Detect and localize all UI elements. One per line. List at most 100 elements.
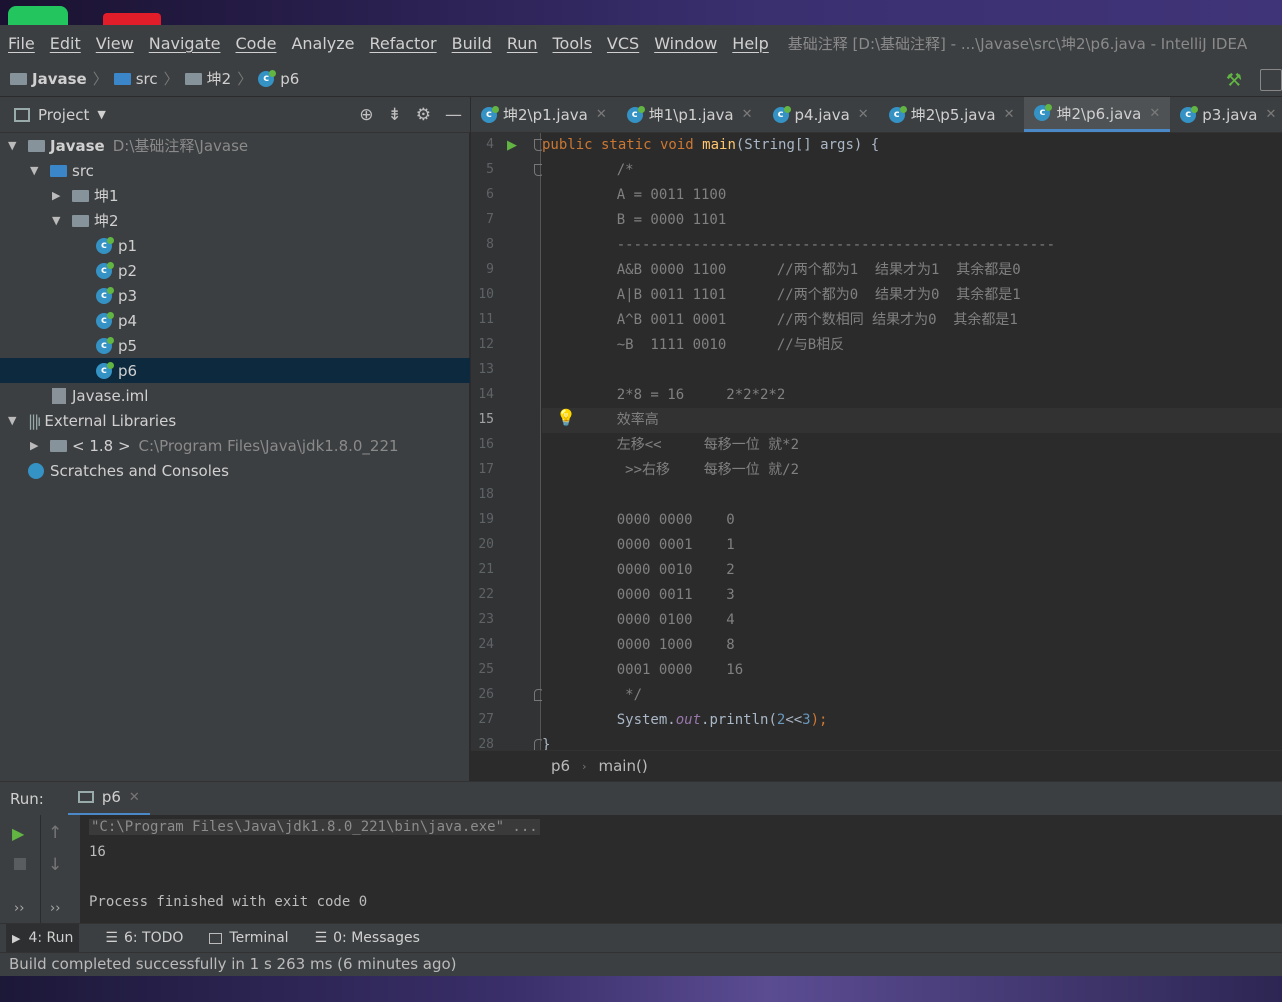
arrow-down-icon[interactable]: ↓ bbox=[48, 855, 62, 875]
tree-file-p4[interactable]: c p4 bbox=[0, 308, 470, 333]
tool-window-bar: ▶ 4: Run ☰ 6: TODO Terminal ☰ 0: Messages bbox=[0, 923, 1282, 953]
expanded-arrow-icon[interactable]: ▼ bbox=[30, 164, 44, 177]
lightbulb-icon[interactable]: 💡 bbox=[556, 408, 576, 427]
close-icon[interactable]: ✕ bbox=[742, 107, 753, 122]
tab-label: p4.java bbox=[794, 105, 850, 124]
toolbar-divider bbox=[40, 815, 41, 923]
close-icon[interactable]: ✕ bbox=[596, 107, 607, 122]
tree-iml[interactable]: Javase.iml bbox=[0, 383, 470, 408]
tree-file-p5[interactable]: c p5 bbox=[0, 333, 470, 358]
tool-tab-messages[interactable]: ☰ 0: Messages bbox=[315, 930, 420, 946]
project-panel-title[interactable]: Project bbox=[38, 106, 89, 124]
line-number: 11 bbox=[478, 312, 494, 327]
tree-file-p3[interactable]: c p3 bbox=[0, 283, 470, 308]
breadcrumb-method[interactable]: main() bbox=[598, 757, 647, 775]
menu-help[interactable]: Help bbox=[732, 34, 768, 53]
tool-tab-todo[interactable]: ☰ 6: TODO bbox=[105, 930, 183, 946]
close-icon[interactable]: ✕ bbox=[1149, 106, 1160, 121]
close-icon[interactable]: ✕ bbox=[129, 790, 140, 805]
tree-file-p6[interactable]: c p6 bbox=[0, 358, 470, 383]
run-gutter-icon[interactable]: ▶ bbox=[507, 138, 517, 153]
close-icon[interactable]: ✕ bbox=[858, 107, 869, 122]
tab-label: 坤2\p5.java bbox=[910, 106, 996, 124]
menu-refactor[interactable]: Refactor bbox=[370, 34, 437, 53]
editor-gutter: 4 5 6 7 8 9 10 11 12 13 14 15 16 17 18 1… bbox=[471, 133, 544, 752]
code-line: A^B 0011 0001 //两个数相同 结果才为0 其余都是1 bbox=[583, 312, 1018, 328]
tab-label: p3.java bbox=[1202, 105, 1258, 124]
line-number: 4 bbox=[486, 137, 494, 152]
chevron-right-icon: › bbox=[582, 759, 587, 773]
menu-tools[interactable]: Tools bbox=[553, 34, 592, 53]
chevron-down-icon[interactable]: ▼ bbox=[97, 108, 105, 121]
menu-analyze[interactable]: Analyze bbox=[291, 34, 354, 53]
run-label: Run: bbox=[10, 789, 44, 808]
menu-vcs[interactable]: VCS bbox=[607, 34, 639, 53]
tab-p3[interactable]: c p3.java ✕ bbox=[1170, 97, 1282, 132]
menu-window[interactable]: Window bbox=[654, 34, 717, 53]
tree-file-p1[interactable]: c p1 bbox=[0, 233, 470, 258]
tab-kun2-p6[interactable]: c 坤2\p6.java ✕ bbox=[1024, 97, 1171, 132]
breadcrumb-class[interactable]: p6 bbox=[551, 757, 570, 775]
tree-jdk[interactable]: ▶ < 1.8 > C:\Program Files\Java\jdk1.8.0… bbox=[0, 433, 470, 458]
menu-run[interactable]: Run bbox=[507, 34, 538, 53]
build-hammer-icon[interactable]: ⚒ bbox=[1226, 70, 1242, 91]
more-icon[interactable]: ›› bbox=[14, 901, 24, 916]
menu-file[interactable]: File bbox=[8, 34, 35, 53]
menu-build[interactable]: Build bbox=[452, 34, 492, 53]
nav-src[interactable]: src bbox=[136, 70, 158, 88]
tab-kun2-p5[interactable]: c 坤2\p5.java ✕ bbox=[879, 97, 1025, 132]
line-number: 16 bbox=[478, 437, 494, 452]
tool-tab-label: 0: Messages bbox=[333, 930, 420, 946]
run-tab-label: p6 bbox=[101, 788, 121, 806]
tree-file-label: p1 bbox=[118, 236, 138, 255]
run-tab-p6[interactable]: p6 ✕ bbox=[67, 782, 150, 816]
collapsed-arrow-icon[interactable]: ▶ bbox=[52, 189, 66, 202]
tab-p4[interactable]: c p4.java ✕ bbox=[763, 97, 879, 132]
tree-package-kun2[interactable]: ▼ 坤2 bbox=[0, 208, 470, 233]
tree-root[interactable]: ▼ Javase D:\基础注释\Javase bbox=[0, 133, 470, 158]
nav-package[interactable]: 坤2 bbox=[207, 68, 232, 89]
close-icon[interactable]: ✕ bbox=[1266, 107, 1277, 122]
project-panel-header: Project ▼ ⊕ ⇟ ⚙ — bbox=[0, 97, 470, 133]
nav-file[interactable]: p6 bbox=[280, 70, 299, 88]
class-icon: c bbox=[772, 105, 791, 123]
code-signature: (String[] args) { bbox=[735, 137, 880, 153]
code-editor[interactable]: public static void main(String[] args) {… bbox=[542, 133, 1282, 750]
expanded-arrow-icon[interactable]: ▼ bbox=[8, 139, 22, 152]
rerun-icon[interactable]: ▶ bbox=[12, 824, 24, 843]
menu-code[interactable]: Code bbox=[236, 34, 277, 53]
arrow-up-icon[interactable]: ↑ bbox=[48, 823, 62, 843]
menu-edit[interactable]: Edit bbox=[50, 34, 81, 53]
menu-view[interactable]: View bbox=[96, 34, 134, 53]
tool-tab-run[interactable]: ▶ 4: Run bbox=[6, 923, 80, 953]
menu-navigate[interactable]: Navigate bbox=[149, 34, 221, 53]
tree-file-p2[interactable]: c p2 bbox=[0, 258, 470, 283]
console-output[interactable]: "C:\Program Files\Java\jdk1.8.0_221\bin\… bbox=[80, 815, 1282, 923]
class-icon: c bbox=[626, 105, 645, 123]
tab-kun1-p1[interactable]: c 坤1\p1.java ✕ bbox=[617, 97, 763, 132]
expanded-arrow-icon[interactable]: ▼ bbox=[52, 214, 66, 227]
minimize-icon[interactable]: — bbox=[445, 105, 462, 125]
run-config-box[interactable] bbox=[1260, 69, 1282, 91]
collapse-icon[interactable]: ⇟ bbox=[388, 105, 402, 125]
collapsed-arrow-icon[interactable]: ▶ bbox=[30, 439, 44, 452]
nav-project[interactable]: Javase bbox=[32, 70, 87, 88]
status-message[interactable]: Build completed successfully in 1 s 263 … bbox=[9, 955, 457, 973]
tab-kun2-p1[interactable]: c 坤2\p1.java ✕ bbox=[471, 97, 617, 132]
tool-tab-terminal[interactable]: Terminal bbox=[209, 930, 289, 946]
window-title: 基础注释 [D:\基础注释] - ...\Javase\src\坤2\p6.ja… bbox=[787, 34, 1248, 53]
line-number: 5 bbox=[486, 162, 494, 177]
close-icon[interactable]: ✕ bbox=[1004, 107, 1015, 122]
expanded-arrow-icon[interactable]: ▼ bbox=[8, 414, 22, 427]
gear-icon[interactable]: ⚙ bbox=[416, 105, 431, 125]
tree-src[interactable]: ▼ src bbox=[0, 158, 470, 183]
tree-src-label: src bbox=[72, 161, 94, 180]
tree-external-libraries[interactable]: ▼ |||ı External Libraries bbox=[0, 408, 470, 433]
tree-package-kun1[interactable]: ▶ 坤1 bbox=[0, 183, 470, 208]
locate-icon[interactable]: ⊕ bbox=[359, 105, 373, 125]
tree-scratches[interactable]: Scratches and Consoles bbox=[0, 458, 470, 483]
more-icon[interactable]: ›› bbox=[50, 901, 60, 916]
line-number: 10 bbox=[478, 287, 494, 302]
stop-icon[interactable] bbox=[14, 858, 26, 870]
